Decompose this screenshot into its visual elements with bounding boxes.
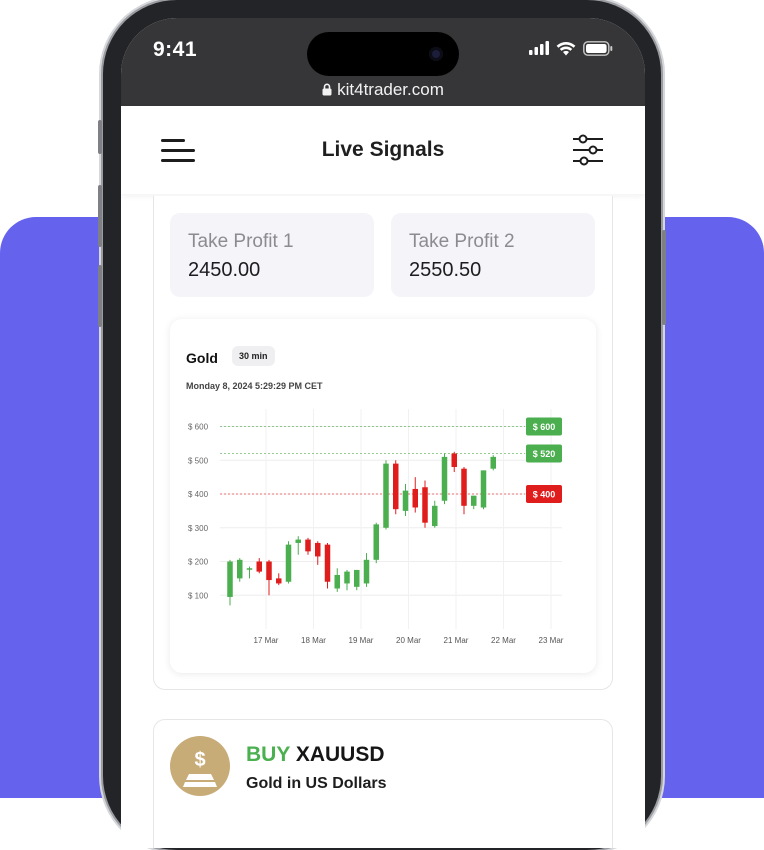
signal-description: Gold in US Dollars xyxy=(246,775,387,792)
candle-body xyxy=(471,495,477,506)
y-tick-label: $ 600 xyxy=(188,423,209,432)
candle-body xyxy=(315,542,321,557)
take-profit-2-box: Take Profit 2 2550.50 xyxy=(391,213,595,297)
x-tick-label: 19 Mar xyxy=(349,636,374,645)
camera-icon xyxy=(429,47,443,61)
y-tick-label: $ 300 xyxy=(188,524,209,533)
candle-body xyxy=(334,575,340,589)
x-tick-label: 22 Mar xyxy=(491,636,516,645)
volume-up-button xyxy=(98,185,102,247)
x-tick-label: 21 Mar xyxy=(444,636,469,645)
candle-body xyxy=(412,488,418,508)
volume-down-button xyxy=(98,265,102,327)
lock-icon xyxy=(322,83,332,96)
take-profit-label: Take Profit 1 xyxy=(188,231,294,252)
app-bar: Live Signals xyxy=(121,106,645,194)
svg-text:$: $ xyxy=(194,749,205,771)
candle-body xyxy=(393,463,399,510)
candle-body xyxy=(383,463,389,528)
take-profit-1-box: Take Profit 1 2450.00 xyxy=(170,213,374,297)
filter-sliders-icon[interactable] xyxy=(571,134,605,166)
candle-body xyxy=(324,544,331,582)
level-label: $ 600 xyxy=(533,422,556,432)
candle-body xyxy=(285,544,292,582)
candle-body xyxy=(266,561,272,581)
y-tick-label: $ 200 xyxy=(188,558,209,567)
candle-body xyxy=(363,559,370,584)
y-tick-label: $ 400 xyxy=(188,490,209,499)
take-profit-value: 2450.00 xyxy=(188,259,261,281)
signal-headline: BUY XAUUSD xyxy=(246,743,385,767)
candle-body xyxy=(373,524,379,560)
gold-coin-icon: $ xyxy=(170,736,230,796)
candle-body xyxy=(354,569,360,587)
candle-body xyxy=(276,578,282,584)
candlestick-chart: $ 100 $ 200 $ 300 $ 400 $ 500 $ 600 17 Mar 18 M… xyxy=(188,409,564,645)
signal-card[interactable]: $ BUY XAUUSD Gold in US Dollars xyxy=(153,719,613,848)
signal-action: BUY xyxy=(246,743,290,766)
status-icons xyxy=(529,40,613,56)
candle-body xyxy=(490,456,496,469)
candle-body xyxy=(461,468,467,506)
take-profit-value: 2550.50 xyxy=(409,259,482,281)
status-time: 9:41 xyxy=(153,38,198,61)
candle-body xyxy=(344,571,350,584)
dynamic-island xyxy=(307,32,459,76)
status-bar: 9:41 kit4trader.com xyxy=(121,18,645,106)
candle-body xyxy=(480,470,487,508)
page-title: Live Signals xyxy=(321,138,445,161)
x-tick-label: 20 Mar xyxy=(396,636,421,645)
candle-body xyxy=(227,561,233,597)
candle-body xyxy=(305,539,311,552)
level-label: $ 400 xyxy=(533,490,556,500)
candle-body xyxy=(237,559,243,579)
y-tick-label: $ 500 xyxy=(188,456,209,465)
phone-screen: 9:41 kit4trader.com Live Signals Take Pr… xyxy=(121,18,645,848)
candle-body xyxy=(441,456,448,501)
candle-body xyxy=(402,490,409,511)
candle-body xyxy=(432,505,438,527)
mute-switch xyxy=(98,120,102,154)
candle-body xyxy=(256,561,262,572)
cellular-signal-icon xyxy=(529,41,549,55)
battery-icon xyxy=(583,40,613,56)
take-profit-label: Take Profit 2 xyxy=(409,231,515,252)
address-bar[interactable]: kit4trader.com xyxy=(121,80,645,100)
candle-body xyxy=(451,453,457,467)
signal-pair: XAUUSD xyxy=(295,743,385,766)
chart-card: Gold 30 min Monday 8, 2024 5:29:29 PM CE… xyxy=(170,319,596,673)
candle-body xyxy=(422,487,428,523)
wifi-icon xyxy=(556,41,576,55)
candle-body xyxy=(295,539,301,543)
candle-body xyxy=(246,568,253,570)
x-tick-label: 23 Mar xyxy=(539,636,564,645)
x-tick-label: 18 Mar xyxy=(301,636,326,645)
level-label: $ 520 xyxy=(533,449,556,459)
y-tick-label: $ 100 xyxy=(188,591,209,600)
x-tick-label: 17 Mar xyxy=(254,636,279,645)
url-text: kit4trader.com xyxy=(337,80,444,99)
power-button xyxy=(662,230,666,325)
